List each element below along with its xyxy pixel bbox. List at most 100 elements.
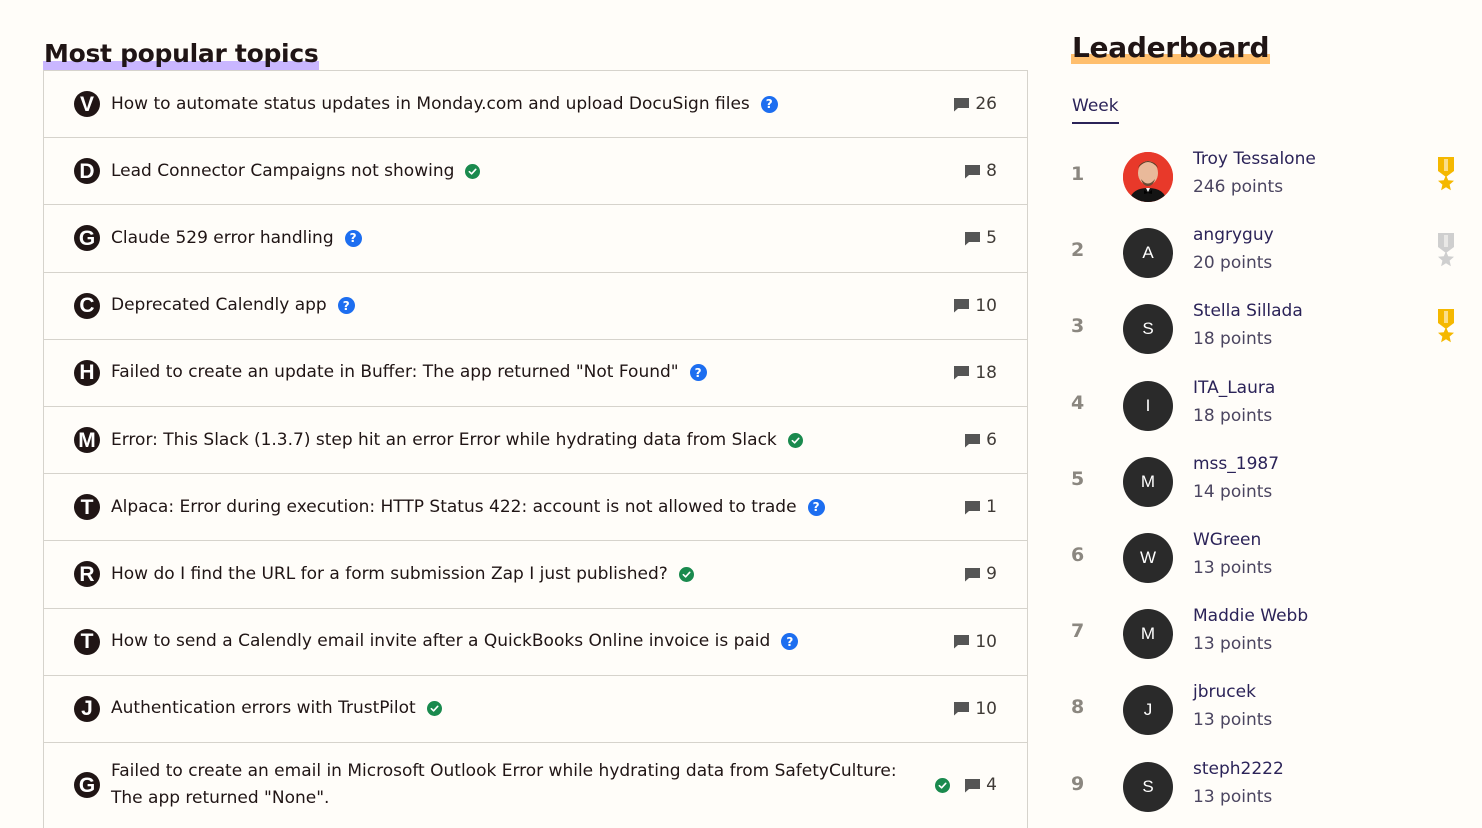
leaderboard-entry[interactable]: 4 I ITA_Laura 18 points [1071,368,1461,444]
topics-heading: Most popular topics [43,38,320,70]
reply-count-value: 10 [975,698,997,719]
leader-name[interactable]: mss_1987 [1193,454,1279,474]
avatar[interactable]: I [1123,380,1173,431]
question-icon: ? [760,95,778,113]
leaderboard-entry[interactable]: 1 Troy Tessalone 246 points [1071,139,1461,215]
tab-week[interactable]: Week [1072,96,1119,124]
leaderboard-rank: 7 [1071,620,1085,643]
leaderboard-entry[interactable]: 2 Aangryguy 20 points [1071,215,1461,291]
leaderboard-entry[interactable]: 7 M Maddie Webb 13 points [1071,596,1461,672]
leader-points: 13 points [1193,558,1273,578]
reply-count-value: 10 [975,631,997,652]
leader-name[interactable]: Maddie Webb [1193,606,1308,626]
topic-title-link[interactable]: Failed to create an update in Buffer: Th… [111,359,679,386]
topic-title-link[interactable]: Claude 529 error handling [111,225,334,252]
topic-title-link[interactable]: Failed to create an email in Microsoft O… [111,758,924,812]
topic-title-link[interactable]: Alpaca: Error during execution: HTTP Sta… [111,494,797,521]
topic-title-link[interactable]: How to send a Calendly email invite afte… [111,628,770,655]
topic-row[interactable]: H Failed to create an update in Buffer: T… [44,340,1027,407]
gold-medal-icon [1438,157,1454,191]
topic-letter-icon: G [74,772,100,799]
leader-name[interactable]: angryguy [1193,225,1274,245]
leaderboard-rank: 4 [1071,391,1085,414]
comment-bubble-icon [954,635,970,649]
topic-main: Failed to create an update in Buffer: Th… [111,359,953,386]
topic-main: Failed to create an email in Microsoft O… [111,758,924,812]
topic-row[interactable]: M Error: This Slack (1.3.7) step hit an e… [44,407,1027,475]
leader-name[interactable]: Troy Tessalone [1193,149,1316,169]
avatar[interactable]: W [1123,533,1173,583]
leaderboard-rank: 2 [1071,239,1085,262]
reply-count: 10 [953,632,997,652]
question-icon: ? [807,498,825,516]
avatar[interactable]: M [1123,609,1173,660]
reply-count: 10 [953,699,997,719]
topic-main: How do I find the URL for a form submiss… [111,561,964,588]
reply-count-value: 26 [975,94,997,115]
topic-title-link[interactable]: How to automate status updates in Monday… [111,91,750,118]
avatar[interactable]: M [1123,456,1173,507]
leader-name[interactable]: ITA_Laura [1193,378,1275,398]
comment-bubble-icon [965,778,981,793]
leaderboard-section: Leaderboard Week 1 Troy Tessalone 246 poin… [1071,31,1471,812]
reply-count: 18 [953,363,997,383]
leader-name[interactable]: Stella Sillada [1193,301,1303,321]
topic-title-link[interactable]: Authentication errors with TrustPilot [111,695,416,722]
comment-bubble-icon [965,500,981,515]
question-icon: ? [781,633,799,651]
leader-name[interactable]: jbrucek [1193,682,1256,702]
topic-row[interactable]: J Authentication errors with TrustPilot 10 [44,676,1027,743]
topic-row[interactable]: D Lead Connector Campaigns not showing 8 [44,138,1027,206]
topic-main: Alpaca: Error during execution: HTTP Sta… [111,494,964,521]
avatar[interactable] [1123,152,1173,202]
popular-topics-section: Most popular topics V How to automate sta… [43,38,1028,828]
topic-main: How to send a Calendly email invite afte… [111,628,953,655]
leader-name[interactable]: WGreen [1193,530,1261,550]
reply-count: 8 [964,161,997,181]
solved-check-icon [787,432,803,448]
comment-bubble-icon [954,702,970,716]
gold-medal-icon [1438,309,1454,343]
topic-letter-icon: T [74,494,100,521]
leaderboard-entry[interactable]: 8 Jjbrucek 13 points [1071,672,1461,748]
topic-main: Deprecated Calendly app? [111,292,953,319]
leaderboard-heading: Leaderboard [1071,31,1271,64]
avatar[interactable]: S [1123,761,1173,812]
topic-row[interactable]: G Failed to create an email in Microsoft … [44,743,1027,828]
topic-main: Authentication errors with TrustPilot [111,695,953,722]
reply-count: 1 [964,497,997,517]
topic-title-link[interactable]: Error: This Slack (1.3.7) step hit an er… [111,427,777,454]
topic-main: Lead Connector Campaigns not showing [111,158,964,185]
topic-row[interactable]: T How to send a Calendly email invite aft… [44,609,1027,676]
leaderboard-entry[interactable]: 5 Mmss_1987 14 points [1071,444,1461,520]
topic-letter-icon: V [74,91,100,118]
leader-name[interactable]: steph2222 [1193,759,1284,779]
topic-row[interactable]: G Claude 529 error handling? 5 [44,205,1027,273]
reply-count-value: 6 [986,430,997,451]
community-page: Most popular topics V How to automate sta… [0,0,1482,828]
reply-count: 5 [964,228,997,248]
topic-row[interactable]: V How to automate status updates in Monda… [44,71,1027,139]
leaderboard-rank: 3 [1071,315,1085,338]
avatar[interactable]: J [1123,685,1173,736]
question-icon: ? [344,229,362,247]
topic-letter-icon: J [74,695,100,722]
topic-row[interactable]: C Deprecated Calendly app? 10 [44,273,1027,340]
leaderboard-entry[interactable]: 6 W WGreen 13 points [1071,520,1461,596]
topic-row[interactable]: T Alpaca: Error during execution: HTTP St… [44,474,1027,542]
comment-bubble-icon [965,567,981,582]
avatar[interactable]: S [1123,304,1173,355]
leader-points: 13 points [1193,710,1273,731]
topic-letter-icon: C [74,292,100,319]
topic-title-link[interactable]: How do I find the URL for a form submiss… [111,561,668,588]
avatar[interactable]: A [1123,228,1173,279]
topic-title-link[interactable]: Deprecated Calendly app [111,292,327,319]
leaderboard-entry[interactable]: 3 S Stella Sillada 18 points [1071,291,1461,367]
topic-title-link[interactable]: Lead Connector Campaigns not showing [111,158,454,185]
topic-letter-icon: R [74,561,100,588]
leader-points: 13 points [1193,786,1273,807]
reply-count-value: 4 [986,775,997,796]
topic-row[interactable]: R How do I find the URL for a form submis… [44,541,1027,609]
reply-count: 9 [964,564,997,584]
leaderboard-entry[interactable]: 9 Ssteph2222 13 points [1071,749,1461,825]
